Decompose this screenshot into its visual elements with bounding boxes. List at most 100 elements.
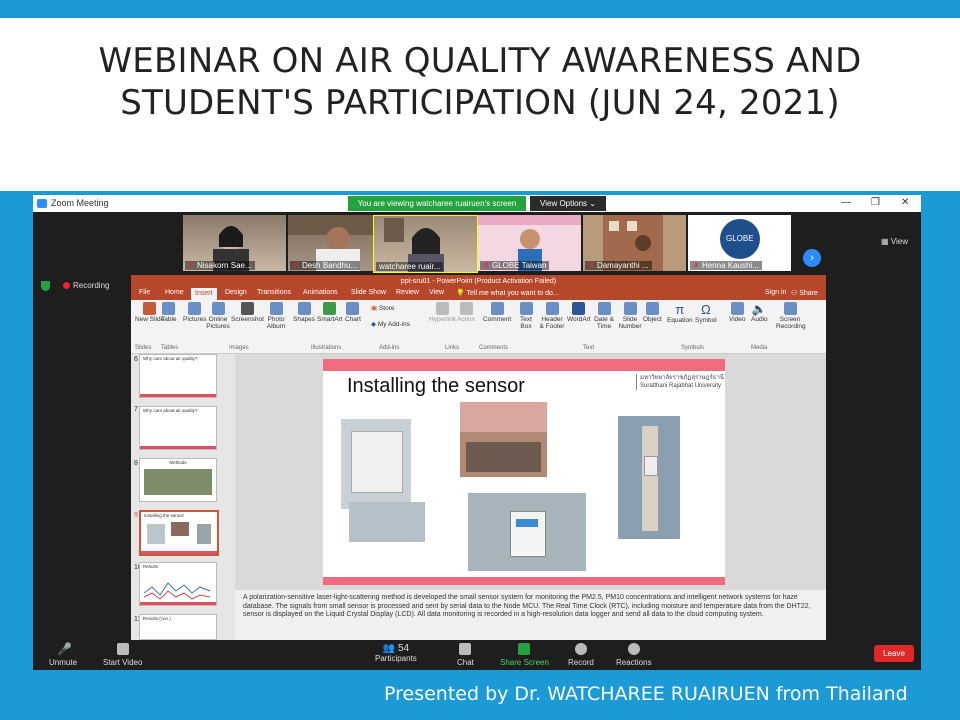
ribbon-group-label: Illustrations bbox=[311, 345, 342, 351]
record-button[interactable]: Record bbox=[568, 643, 594, 667]
tab-view[interactable]: View bbox=[429, 289, 444, 296]
zoom-logo-icon bbox=[37, 199, 47, 208]
slide-thumbnail[interactable]: Methods bbox=[139, 458, 217, 502]
muted-mic-icon: ✗ bbox=[483, 261, 490, 270]
participant-tile[interactable]: GLOBE ✗ Henna Kaushi... bbox=[688, 215, 791, 271]
calendar-icon bbox=[597, 302, 611, 315]
chat-button[interactable]: Chat bbox=[457, 643, 474, 667]
restore-icon[interactable]: ❐ bbox=[871, 197, 880, 208]
start-video-button[interactable]: Start Video bbox=[103, 643, 142, 667]
shapes-button[interactable]: Shapes bbox=[293, 302, 315, 323]
people-icon: 👥 54 bbox=[382, 643, 410, 654]
thumbnail-title: Why care about air quality? bbox=[143, 356, 198, 361]
tell-me-search[interactable]: 💡 Tell me what you want to do... bbox=[456, 289, 559, 297]
hyperlink-button[interactable]: Hyperlink bbox=[429, 302, 456, 323]
tab-file[interactable]: File bbox=[139, 289, 150, 296]
building-wall bbox=[460, 402, 547, 432]
participant-name: ✗ GLOBE Taiwan bbox=[480, 261, 550, 270]
participant-tile[interactable]: ✗ GLOBE Taiwan bbox=[478, 215, 581, 271]
view-button[interactable]: ▦ View bbox=[881, 237, 908, 246]
slide-top-accent bbox=[323, 359, 725, 371]
tab-transitions[interactable]: Transitions bbox=[257, 289, 291, 296]
store-button[interactable]: ▣ Store bbox=[371, 304, 395, 312]
unmute-button[interactable]: 🎤 Unmute bbox=[49, 643, 77, 667]
participant-name: ✗ Damayanthi ... bbox=[585, 261, 652, 270]
participants-button[interactable]: 👥 54 Participants bbox=[375, 643, 417, 663]
minimize-icon[interactable]: — bbox=[841, 197, 851, 208]
page-title: WEBINAR ON AIR QUALITY AWARENESS AND STU… bbox=[98, 41, 862, 123]
tab-home[interactable]: Home bbox=[165, 289, 184, 296]
tab-slide-show[interactable]: Slide Show bbox=[351, 289, 386, 296]
table-button[interactable]: Table bbox=[161, 302, 177, 323]
date-time-button[interactable]: Date & Time bbox=[593, 302, 615, 330]
comment-button[interactable]: Comment bbox=[483, 302, 511, 323]
record-icon bbox=[574, 643, 587, 655]
slide-thumbnail[interactable]: Results bbox=[139, 562, 217, 606]
header-footer-button[interactable]: Header & Footer bbox=[539, 302, 565, 330]
current-slide[interactable]: Installing the sensor มหาวิทยาลัยราชภัฏส… bbox=[323, 359, 725, 585]
tab-review[interactable]: Review bbox=[396, 289, 419, 296]
photo-album-button[interactable]: Photo Album bbox=[265, 302, 287, 330]
ppt-title-bar: ppt-sru01 - PowerPoint (Product Activati… bbox=[131, 275, 826, 288]
screen-recording-button[interactable]: Screen Recording bbox=[776, 302, 806, 330]
participant-name: ✗ Henna Kaushi... bbox=[690, 261, 762, 270]
tab-animations[interactable]: Animations bbox=[303, 289, 338, 296]
sign-in-link[interactable]: Sign in bbox=[765, 289, 786, 296]
slide-thumbnail[interactable]: Why care about air quality? bbox=[139, 354, 217, 398]
view-options-button[interactable]: View Options ⌄ bbox=[530, 196, 606, 211]
online-pictures-button[interactable]: Online Pictures bbox=[206, 302, 230, 330]
share-button[interactable]: ⚇ Share bbox=[791, 289, 818, 297]
participant-tile[interactable]: ✗ Nisakorn Sae... bbox=[183, 215, 286, 271]
comment-icon bbox=[490, 302, 504, 315]
thumbnail-number: 6 bbox=[134, 356, 138, 363]
close-icon[interactable]: ✕ bbox=[901, 197, 909, 208]
smartart-icon bbox=[323, 302, 337, 315]
my-add-ins-button[interactable]: ◆ My Add-ins bbox=[371, 320, 410, 328]
action-button[interactable]: Action bbox=[457, 302, 475, 323]
group-photo bbox=[460, 402, 547, 477]
audio-button[interactable]: 🔈 Audio bbox=[751, 302, 768, 323]
thumbnail-title: Results bbox=[143, 564, 159, 569]
share-screen-button[interactable]: Share Screen bbox=[500, 643, 549, 667]
thumbnail-accent bbox=[140, 602, 216, 605]
pictures-button[interactable]: Pictures bbox=[183, 302, 206, 323]
wordart-button[interactable]: WordArt bbox=[567, 302, 591, 323]
ribbon-group-label: Tables bbox=[161, 345, 179, 351]
video-off-icon bbox=[116, 643, 129, 655]
people-group bbox=[466, 442, 541, 472]
sensor-box bbox=[351, 431, 403, 493]
tab-insert[interactable]: Insert bbox=[191, 288, 217, 300]
recording-indicator[interactable]: Recording bbox=[63, 281, 109, 290]
shapes-icon bbox=[297, 302, 311, 315]
leave-button[interactable]: Leave bbox=[874, 645, 914, 662]
add-ins-icon: ◆ bbox=[371, 321, 376, 328]
slide-thumbnail-selected[interactable]: Installing the sensor bbox=[139, 510, 219, 556]
object-button[interactable]: Object bbox=[643, 302, 662, 323]
lcd-screen bbox=[516, 519, 538, 527]
new-slide-button[interactable]: New Slide bbox=[135, 302, 164, 323]
participant-tile[interactable]: ✗ Damayanthi ... bbox=[583, 215, 686, 271]
reactions-button[interactable]: Reactions bbox=[616, 643, 652, 667]
chart-button[interactable]: Chart bbox=[345, 302, 361, 323]
slide-thumbnail[interactable]: Results (con.) bbox=[139, 614, 217, 640]
zoom-titlebar: Zoom Meeting You are viewing watcharee r… bbox=[33, 195, 921, 212]
symbol-button[interactable]: Ω Symbol bbox=[695, 302, 717, 324]
screen-share-banner: You are viewing watcharee ruairuen's scr… bbox=[348, 196, 526, 211]
slide-thumbnail[interactable]: Why care about air quality? bbox=[139, 406, 217, 450]
smartart-button[interactable]: SmartArt bbox=[317, 302, 343, 323]
video-button[interactable]: Video bbox=[729, 302, 746, 323]
text-box-icon bbox=[519, 302, 533, 315]
mounted-sensor bbox=[644, 456, 658, 476]
camera-icon bbox=[240, 302, 254, 315]
next-page-arrow-icon[interactable]: › bbox=[803, 249, 821, 267]
thumbnail-title: Why care about air quality? bbox=[143, 408, 198, 413]
video-icon bbox=[730, 302, 744, 315]
speaker-notes[interactable]: A polarization-sensitive laser-light-sca… bbox=[235, 590, 826, 640]
text-box-button[interactable]: Text Box bbox=[519, 302, 533, 330]
participant-tile-active-speaker[interactable]: watcharee ruair... bbox=[373, 215, 478, 273]
equation-button[interactable]: π Equation bbox=[667, 302, 693, 324]
tab-design[interactable]: Design bbox=[225, 289, 247, 296]
lightbulb-icon: 💡 bbox=[456, 290, 465, 297]
slide-number-button[interactable]: Slide Number bbox=[617, 302, 643, 330]
screenshot-button[interactable]: Screenshot bbox=[231, 302, 264, 323]
